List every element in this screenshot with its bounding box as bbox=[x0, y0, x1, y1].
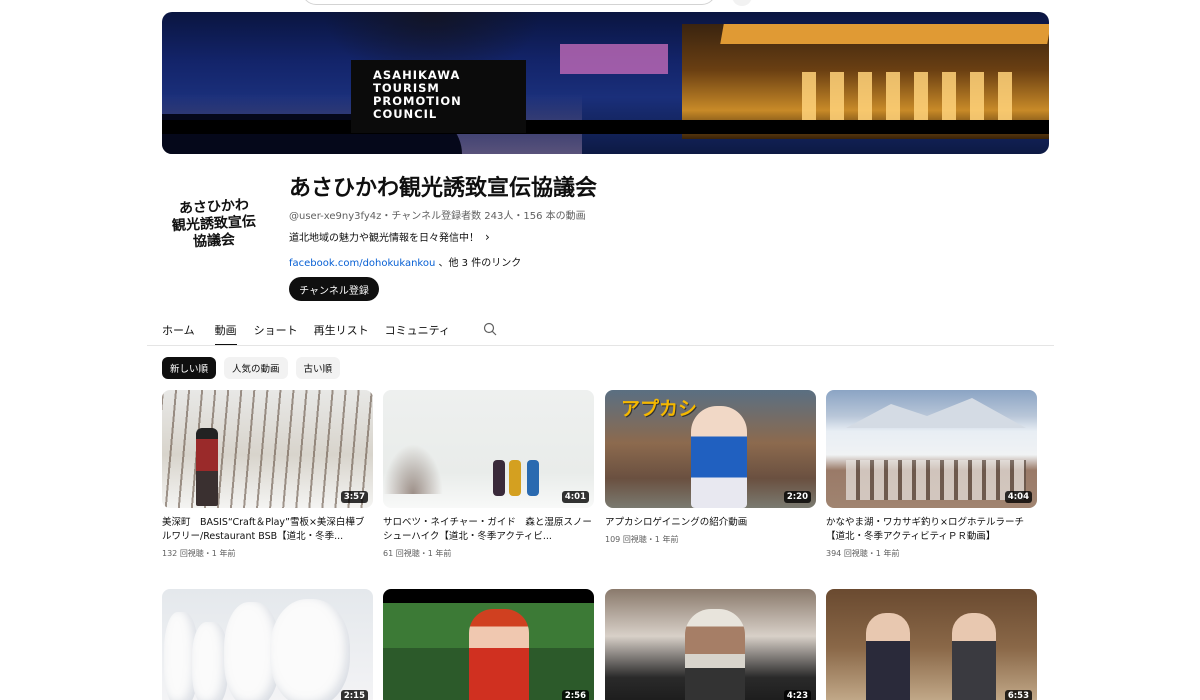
channel-links: facebook.com/dohokukankou 、他 3 件のリンク bbox=[289, 254, 521, 269]
video-title[interactable]: アプカシロゲイニングの紹介動画 bbox=[605, 516, 816, 530]
banner-logo: ASAHIKAWA TOURISM PROMOTION COUNCIL bbox=[351, 60, 526, 133]
video-thumbnail[interactable]: 2:56 bbox=[383, 589, 594, 700]
video-duration: 4:04 bbox=[1004, 491, 1032, 503]
video-meta: 394 回視聴・1 年前 bbox=[826, 549, 900, 558]
video-title[interactable]: かなやま湖・ワカサギ釣り×ログホテルラーチ【道北・冬季アクティビティＰＲ動画】 bbox=[826, 516, 1037, 544]
video-card[interactable]: 4:01 サロベツ・ネイチャー・ガイド 森と湿原スノーシューハイク【道北・冬季ア… bbox=[383, 390, 594, 559]
video-duration: 2:15 bbox=[340, 690, 368, 700]
tab-home[interactable]: ホーム bbox=[162, 318, 195, 346]
chevron-right-icon[interactable]: › bbox=[485, 230, 490, 244]
tab-community[interactable]: コミュニティ bbox=[385, 318, 450, 346]
video-card[interactable]: 4:23 bbox=[605, 589, 816, 700]
voice-search-button[interactable] bbox=[732, 0, 752, 6]
facebook-link[interactable]: facebook.com/dohokukankou bbox=[289, 258, 435, 269]
video-card[interactable]: 2:56 bbox=[383, 589, 594, 700]
channel-meta: @user-xe9ny3fy4z・チャンネル登録者数 243人・156 本の動画 bbox=[289, 211, 586, 222]
channel-banner: ASAHIKAWA TOURISM PROMOTION COUNCIL bbox=[162, 12, 1049, 154]
video-meta: 132 回視聴・1 年前 bbox=[162, 549, 236, 558]
channel-avatar[interactable]: あさひかわ 観光誘致宣伝 協議会 bbox=[162, 172, 266, 276]
chip-popular[interactable]: 人気の動画 bbox=[224, 357, 288, 379]
chip-newest[interactable]: 新しい順 bbox=[162, 357, 217, 379]
tabs-divider bbox=[147, 345, 1054, 346]
video-duration: 4:23 bbox=[783, 690, 811, 700]
video-meta: 61 回視聴・1 年前 bbox=[383, 549, 452, 558]
video-card[interactable]: 4:04 かなやま湖・ワカサギ釣り×ログホテルラーチ【道北・冬季アクティビティＰ… bbox=[826, 390, 1037, 559]
video-duration: 2:56 bbox=[561, 690, 589, 700]
chip-oldest[interactable]: 古い順 bbox=[295, 357, 341, 379]
channel-title: あさひかわ観光誘致宣伝協議会 bbox=[289, 176, 598, 201]
video-card[interactable]: 2:15 bbox=[162, 589, 373, 700]
video-card[interactable]: 6:53 bbox=[826, 589, 1037, 700]
video-thumbnail[interactable]: 4:23 bbox=[605, 589, 816, 700]
video-title[interactable]: サロベツ・ネイチャー・ガイド 森と湿原スノーシューハイク【道北・冬季アクティビ.… bbox=[383, 516, 594, 544]
video-title[interactable]: 美深町 BASIS“Craft＆Play”雪板×美深白樺ブルワリー/Restau… bbox=[162, 516, 373, 544]
search-icon[interactable] bbox=[483, 322, 497, 336]
video-duration: 4:01 bbox=[561, 491, 589, 503]
video-duration: 6:53 bbox=[1004, 690, 1032, 700]
video-thumbnail[interactable]: 4:01 bbox=[383, 390, 594, 508]
video-card[interactable]: 3:57 美深町 BASIS“Craft＆Play”雪板×美深白樺ブルワリー/R… bbox=[162, 390, 373, 559]
search-bar[interactable] bbox=[302, 0, 716, 5]
thumbnail-overlay-text: アプカシ bbox=[621, 398, 698, 420]
tab-playlists[interactable]: 再生リスト bbox=[314, 318, 369, 346]
video-duration: 3:57 bbox=[340, 491, 368, 503]
video-card[interactable]: アプカシ 2:20 アプカシロゲイニングの紹介動画 109 回視聴・1 年前 bbox=[605, 390, 816, 545]
video-thumbnail[interactable]: 3:57 bbox=[162, 390, 373, 508]
video-thumbnail[interactable]: 4:04 bbox=[826, 390, 1037, 508]
sort-chips: 新しい順 人気の動画 古い順 bbox=[162, 357, 341, 379]
tab-shorts[interactable]: ショート bbox=[254, 318, 298, 346]
channel-tabs: ホーム 動画 ショート 再生リスト コミュニティ bbox=[162, 318, 450, 346]
video-duration: 2:20 bbox=[783, 491, 811, 503]
tab-videos[interactable]: 動画 bbox=[214, 318, 237, 346]
video-thumbnail[interactable]: 6:53 bbox=[826, 589, 1037, 700]
subscribe-button[interactable]: チャンネル登録 bbox=[289, 277, 379, 301]
video-meta: 109 回視聴・1 年前 bbox=[605, 535, 679, 544]
video-thumbnail[interactable]: 2:15 bbox=[162, 589, 373, 700]
more-links[interactable]: 、他 3 件のリンク bbox=[438, 258, 521, 269]
video-thumbnail[interactable]: アプカシ 2:20 bbox=[605, 390, 816, 508]
channel-description[interactable]: 道北地域の魅力や観光情報を日々発信中！ › bbox=[289, 229, 490, 245]
